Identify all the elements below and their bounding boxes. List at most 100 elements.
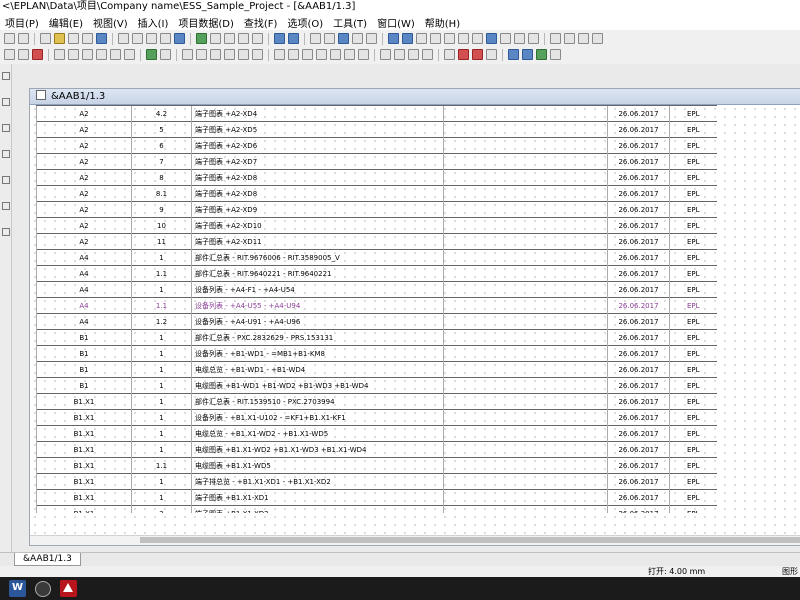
- menu-help[interactable]: 帮助(H): [420, 15, 465, 30]
- hatch-c-icon[interactable]: [408, 49, 419, 60]
- doc-b-icon[interactable]: [68, 49, 79, 60]
- connect-b-icon[interactable]: [288, 49, 299, 60]
- table-row[interactable]: B1.X1 1 电缆总览 - +B1.X1-WD2 - +B1.X1-WD5 26.0…: [36, 425, 717, 442]
- hatch-a-icon[interactable]: [380, 49, 391, 60]
- open-icon[interactable]: [54, 33, 65, 44]
- page-delete-icon[interactable]: [32, 49, 43, 60]
- table-row[interactable]: B1.X1 1.1 电缆图表 +B1.X1-WD5 26.06.2017 EPL: [36, 457, 717, 474]
- dock-tab-icon[interactable]: [2, 150, 10, 158]
- zoom-out-icon[interactable]: [238, 33, 249, 44]
- menu-options[interactable]: 选项(O): [282, 15, 328, 30]
- arrow-right-icon[interactable]: [288, 33, 299, 44]
- cut-icon[interactable]: [118, 33, 129, 44]
- table-row[interactable]: B1 1 电缆图表 +B1-WD1 +B1-WD2 +B1-WD3 +B1-WD4 2…: [36, 377, 717, 394]
- zoom-in-icon[interactable]: [224, 33, 235, 44]
- triangle-icon[interactable]: [444, 49, 455, 60]
- menu-edit[interactable]: 编辑(E): [44, 15, 88, 30]
- word-icon[interactable]: [9, 580, 26, 597]
- table-row[interactable]: B1 1 电缆总览 - +B1-WD1 - +B1-WD4 26.06.2017 EPL: [36, 361, 717, 378]
- hatch-b-icon[interactable]: [394, 49, 405, 60]
- table-row[interactable]: B1.X1 1 部件汇总表 - RIT.1539510 - PXC.2703994 2…: [36, 393, 717, 410]
- brush-icon[interactable]: [18, 33, 29, 44]
- scrollbar-thumb[interactable]: [140, 537, 800, 543]
- table-row[interactable]: A4 1.2 设备列表 - +A4-U91 - +A4-U96 26.06.2017 E…: [36, 313, 717, 330]
- grid-a-icon[interactable]: [310, 33, 321, 44]
- report-sheet[interactable]: A2 4.2 端子图表 +A2-XD4 26.06.2017 EPL A2 5 端子图表 +A…: [36, 105, 736, 513]
- table-row[interactable]: B1.X12端子图表 +B1.X1-XD2 26.06.2017EPL: [36, 505, 717, 513]
- contact-icon[interactable]: [486, 49, 497, 60]
- doc-c-icon[interactable]: [82, 49, 93, 60]
- table-row[interactable]: A2 8.1 端子图表 +A2-XD8 26.06.2017 EPL: [36, 185, 717, 202]
- table-row[interactable]: A4 1.1 部件汇总表 - RIT.9640221 - RIT.9640221 26…: [36, 265, 717, 282]
- image-icon[interactable]: [146, 49, 157, 60]
- save-icon[interactable]: [96, 33, 107, 44]
- document-window[interactable]: &AAB1/1.3 A2 4.2 端子图表 +A2-XD4 26.06.2017 EPL…: [29, 88, 800, 546]
- layer-icon[interactable]: [472, 33, 483, 44]
- connect-a-icon[interactable]: [274, 49, 285, 60]
- new-icon[interactable]: [40, 33, 51, 44]
- table-row[interactable]: B1.X1 1 端子排总览 - +B1.X1-XD1 - +B1.X1-XD2 26.…: [36, 473, 717, 490]
- monitor-icon[interactable]: [174, 33, 185, 44]
- object-snap-icon[interactable]: [444, 33, 455, 44]
- dock-tab-icon[interactable]: [2, 98, 10, 106]
- grid-d-icon[interactable]: [352, 33, 363, 44]
- table-row[interactable]: A2 10 端子图表 +A2-XD10 26.06.2017 EPL: [36, 217, 717, 234]
- doc-a-icon[interactable]: [54, 49, 65, 60]
- graph-icon[interactable]: [564, 33, 575, 44]
- table-row[interactable]: A2 7 端子图表 +A2-XD7 26.06.2017 EPL: [36, 153, 717, 170]
- symbol-c-icon[interactable]: [210, 49, 221, 60]
- zoom-fit-icon[interactable]: [252, 33, 263, 44]
- table-row[interactable]: A2 11 端子图表 +A2-XD11 26.06.2017 EPL: [36, 233, 717, 250]
- dock-tab-icon[interactable]: [2, 124, 10, 132]
- menu-insert[interactable]: 插入(I): [133, 15, 174, 30]
- grid-toggle-icon[interactable]: [388, 33, 399, 44]
- table-row[interactable]: B1.X1 1 电缆图表 +B1.X1-WD2 +B1.X1-WD3 +B1.X1-…: [36, 441, 717, 458]
- table-row[interactable]: A4 1.1 设备列表 - +A4-U55 - +A4-U94 26.06.2017 E…: [36, 297, 717, 314]
- filter-icon[interactable]: [592, 33, 603, 44]
- page-new-icon[interactable]: [4, 49, 15, 60]
- paste-icon[interactable]: [146, 33, 157, 44]
- close-icon[interactable]: [68, 33, 79, 44]
- doc-d-icon[interactable]: [96, 49, 107, 60]
- plug-icon[interactable]: [472, 49, 483, 60]
- terminal-icon[interactable]: [458, 49, 469, 60]
- grid-b-icon[interactable]: [324, 33, 335, 44]
- table-row[interactable]: A2 9 端子图表 +A2-XD9 26.06.2017 EPL: [36, 201, 717, 218]
- connect-d-icon[interactable]: [316, 49, 327, 60]
- symbol-e-icon[interactable]: [238, 49, 249, 60]
- table-row[interactable]: A2 4.2 端子图表 +A2-XD4 26.06.2017 EPL: [36, 105, 717, 122]
- menu-tools[interactable]: 工具(T): [328, 15, 372, 30]
- connect-e-icon[interactable]: [330, 49, 341, 60]
- report-icon[interactable]: [514, 33, 525, 44]
- measure-icon[interactable]: [458, 33, 469, 44]
- dock-tab-icon[interactable]: [2, 228, 10, 236]
- table-row[interactable]: A2 6 端子图表 +A2-XD6 26.06.2017 EPL: [36, 137, 717, 154]
- zoom-window-icon[interactable]: [210, 33, 221, 44]
- connect-c-icon[interactable]: [302, 49, 313, 60]
- print-icon[interactable]: [82, 33, 93, 44]
- arrow-left-icon[interactable]: [274, 33, 285, 44]
- table-row[interactable]: B1.X1 1 端子图表 +B1.X1-XD1 26.06.2017 EPL: [36, 489, 717, 506]
- table-row[interactable]: A2 5 端子图表 +A2-XD5 26.06.2017 EPL: [36, 121, 717, 138]
- table-row[interactable]: A4 1 部件汇总表 - RIT.9676006 - RIT.3589005_V 26…: [36, 249, 717, 266]
- magnet-icon[interactable]: [416, 33, 427, 44]
- page-open-icon[interactable]: [18, 49, 29, 60]
- cursor-b-icon[interactable]: [522, 49, 533, 60]
- table-row[interactable]: B1 1 部件汇总表 - PXC.2832629 - PRS.153131 26.06…: [36, 329, 717, 346]
- menu-project[interactable]: 项目(P): [0, 15, 44, 30]
- refresh-icon[interactable]: [196, 33, 207, 44]
- angle-icon[interactable]: [430, 33, 441, 44]
- hatch-d-icon[interactable]: [422, 49, 433, 60]
- eplan-icon[interactable]: [60, 580, 77, 597]
- doc-f-icon[interactable]: [124, 49, 135, 60]
- menu-view[interactable]: 视图(V): [88, 15, 133, 30]
- table-row[interactable]: A4 1 设备列表 - +A4-F1 - +A4-U54 26.06.2017 EPL: [36, 281, 717, 298]
- cursor-c-icon[interactable]: [536, 49, 547, 60]
- doc-e-icon[interactable]: [110, 49, 121, 60]
- grid-e-icon[interactable]: [366, 33, 377, 44]
- symbol-b-icon[interactable]: [196, 49, 207, 60]
- pen-icon[interactable]: [4, 33, 15, 44]
- table-view-icon[interactable]: [500, 33, 511, 44]
- dock-tab-icon[interactable]: [2, 176, 10, 184]
- menu-project-data[interactable]: 项目数据(D): [173, 15, 239, 30]
